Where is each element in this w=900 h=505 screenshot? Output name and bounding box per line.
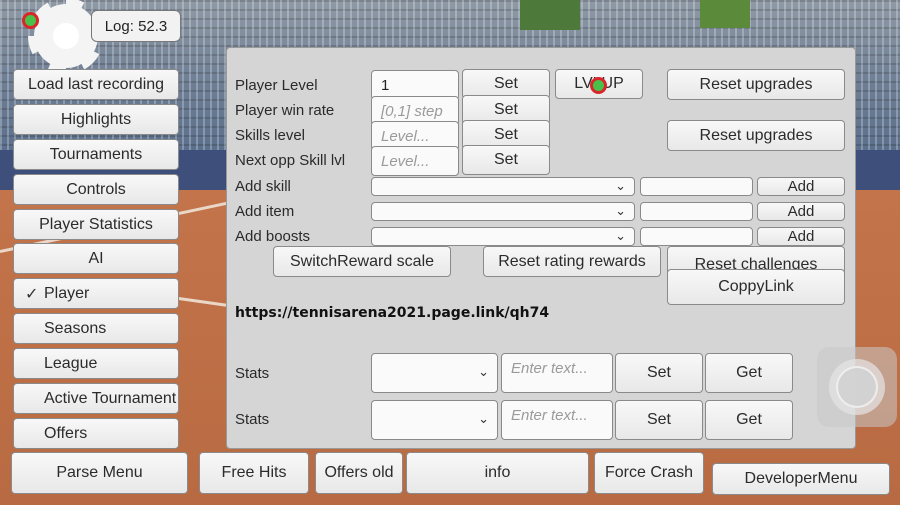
- joystick-icon[interactable]: [817, 347, 897, 427]
- stats-dropdown[interactable]: ⌄: [371, 353, 498, 393]
- add-item-input[interactable]: [640, 202, 753, 221]
- stats-get-button[interactable]: Get: [705, 400, 793, 440]
- copy-link-button[interactable]: CoppyLink: [667, 269, 845, 305]
- reset-upgrades-button[interactable]: Reset upgrades: [667, 69, 845, 100]
- sidebar-item-player-statistics[interactable]: Player Statistics: [13, 209, 179, 240]
- sidebar-item-active-tournament[interactable]: Active Tournament: [13, 383, 179, 414]
- recording-indicator-icon: [590, 77, 607, 94]
- offers-old-button[interactable]: Offers old: [315, 452, 403, 494]
- joystick-ring: [829, 359, 885, 415]
- joystick-knob[interactable]: [836, 366, 878, 408]
- sidebar-item-tournaments[interactable]: Tournaments: [13, 139, 179, 170]
- chevron-down-icon: ⌄: [615, 177, 626, 193]
- stats-label: Stats: [235, 411, 270, 428]
- info-button[interactable]: info: [406, 452, 589, 494]
- add-item-dropdown[interactable]: ⌄: [371, 202, 635, 221]
- player-level-label: Player Level: [235, 77, 318, 94]
- stats-dropdown[interactable]: ⌄: [371, 400, 498, 440]
- chevron-down-icon: ⌄: [478, 364, 489, 380]
- stats-input[interactable]: Enter text...: [501, 353, 613, 393]
- reset-upgrades-button-2[interactable]: Reset upgrades: [667, 120, 845, 151]
- sidebar-item-player[interactable]: ✓ Player: [13, 278, 179, 309]
- free-hits-button[interactable]: Free Hits: [199, 452, 309, 494]
- share-link-text: https://tennisarena2021.page.link/qh74: [235, 305, 550, 321]
- add-skill-label: Add skill: [235, 178, 291, 195]
- force-crash-button[interactable]: Force Crash: [594, 452, 704, 494]
- add-boosts-label: Add boosts: [235, 228, 311, 245]
- skills-level-label: Skills level: [235, 127, 306, 144]
- next-opp-skill-input[interactable]: Level...: [371, 146, 459, 176]
- sidebar-item-load-last-recording[interactable]: Load last recording: [13, 69, 179, 100]
- sidebar-item-ai[interactable]: AI: [13, 243, 179, 274]
- reset-rating-rewards-button[interactable]: Reset rating rewards: [483, 246, 661, 277]
- sidebar-item-label: Player: [44, 284, 90, 302]
- background-foliage: [520, 0, 580, 30]
- stats-get-button[interactable]: Get: [705, 353, 793, 393]
- add-boosts-button[interactable]: Add: [757, 227, 845, 246]
- next-opp-skill-label: Next opp Skill lvl: [235, 152, 346, 169]
- stats-label: Stats: [235, 365, 270, 382]
- add-skill-dropdown[interactable]: ⌄: [371, 177, 635, 196]
- background-foliage: [700, 0, 750, 28]
- add-skill-button[interactable]: Add: [757, 177, 845, 196]
- developer-menu-button[interactable]: DeveloperMenu: [712, 463, 890, 495]
- next-opp-skill-set-button[interactable]: Set: [462, 145, 550, 175]
- add-item-label: Add item: [235, 203, 295, 220]
- gear-hub: [53, 23, 79, 49]
- sidebar-item-league[interactable]: League: [13, 348, 179, 379]
- stats-set-button[interactable]: Set: [615, 353, 703, 393]
- recording-indicator-icon: [22, 12, 39, 29]
- stats-set-button[interactable]: Set: [615, 400, 703, 440]
- parse-menu-button[interactable]: Parse Menu: [11, 452, 188, 494]
- stats-input[interactable]: Enter text...: [501, 400, 613, 440]
- sidebar-item-highlights[interactable]: Highlights: [13, 104, 179, 135]
- sidebar-item-seasons[interactable]: Seasons: [13, 313, 179, 344]
- add-skill-input[interactable]: [640, 177, 753, 196]
- player-win-rate-label: Player win rate: [235, 102, 335, 119]
- sidebar-item-offers[interactable]: Offers: [13, 418, 179, 449]
- add-boosts-dropdown[interactable]: ⌄: [371, 227, 635, 246]
- gear-icon[interactable]: [28, 0, 104, 74]
- add-item-button[interactable]: Add: [757, 202, 845, 221]
- sidebar-item-controls[interactable]: Controls: [13, 174, 179, 205]
- chevron-down-icon: ⌄: [615, 227, 626, 243]
- switch-reward-scale-button[interactable]: SwitchReward scale: [273, 246, 451, 277]
- chevron-down-icon: ⌄: [615, 202, 626, 218]
- chevron-down-icon: ⌄: [478, 411, 489, 427]
- checkmark-icon: ✓: [25, 286, 39, 303]
- log-readout: Log: 52.3: [91, 10, 181, 42]
- add-boosts-input[interactable]: [640, 227, 753, 246]
- developer-panel: Player Level 1 Set LVLUP Reset upgrades …: [226, 47, 856, 449]
